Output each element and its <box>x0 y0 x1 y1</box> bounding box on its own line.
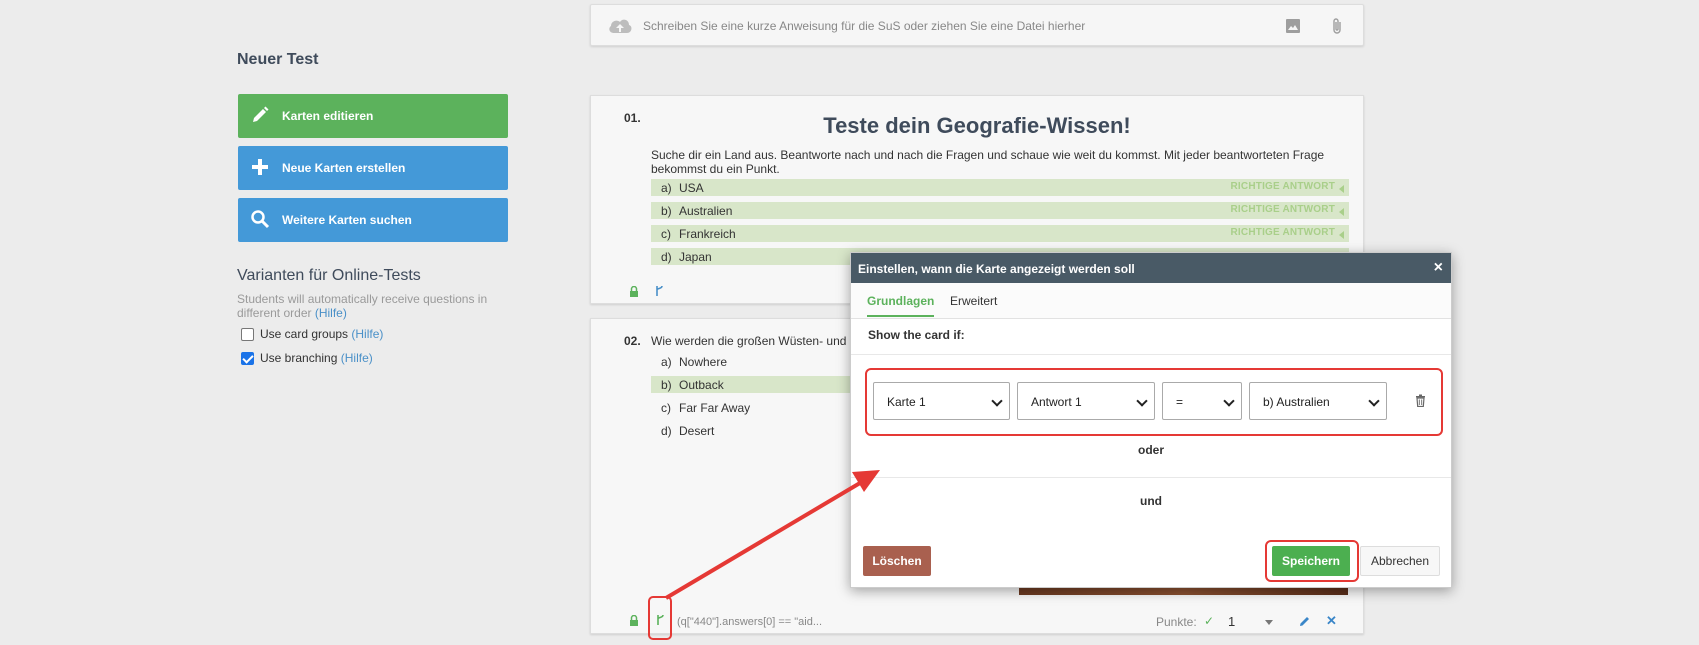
annotation-arrow <box>664 470 880 600</box>
